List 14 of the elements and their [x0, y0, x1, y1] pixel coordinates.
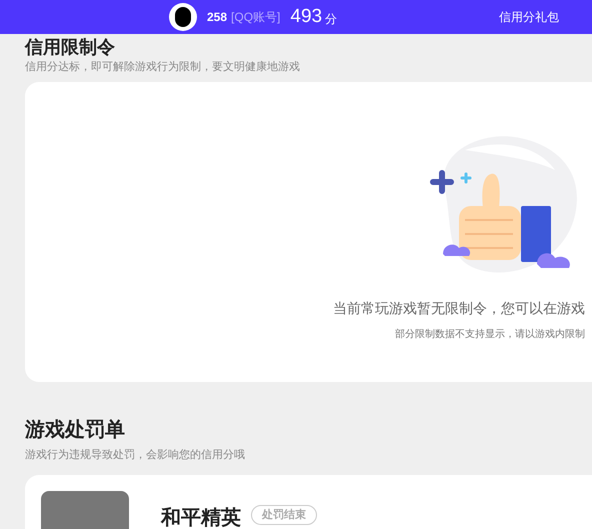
section-title: 信用限制令: [25, 37, 116, 57]
avatar: [169, 3, 197, 31]
score-unit: 分: [325, 11, 338, 28]
game-name: 和平精英: [161, 506, 241, 529]
gift-link[interactable]: 信用分礼包: [499, 8, 560, 26]
status-tag: 处罚结束: [251, 505, 317, 525]
credit-score: 493: [290, 4, 322, 29]
section-subtitle: 游戏行为违规导致处罚，会影响您的信用分哦: [25, 448, 246, 462]
section-subtitle: 信用分达标，即可解除游戏行为限制，要文明健康地游戏: [25, 60, 301, 75]
data-note: 部分限制数据不支持显示，请以游戏内限制: [395, 328, 586, 342]
empty-message: 当前常玩游戏暂无限制令，您可以在游戏: [333, 298, 586, 318]
section-title: 游戏处罚单: [25, 418, 126, 442]
qq-number: 258: [207, 9, 228, 26]
account-type: [QQ账号]: [231, 9, 280, 26]
